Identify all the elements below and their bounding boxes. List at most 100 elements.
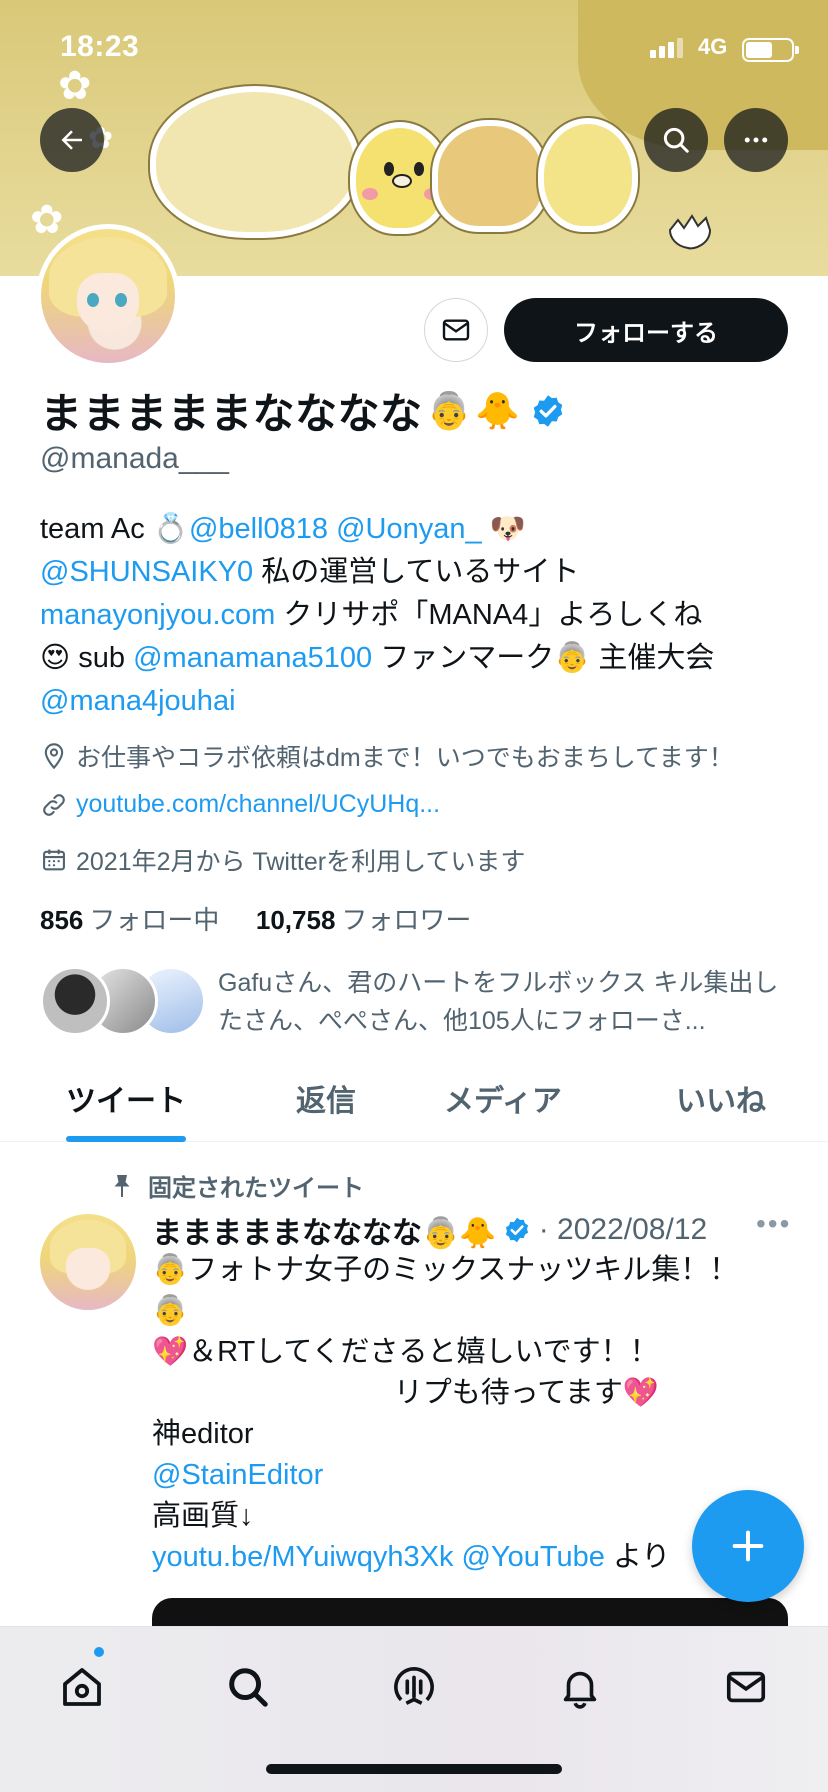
text-segment: 👵: [152, 1295, 189, 1327]
bio-line: team Ac 💍@bell0818 @Uonyan_ 🐶: [40, 508, 800, 551]
followers-count: 10,758: [255, 905, 336, 935]
tweet-more-button[interactable]: •••: [756, 1208, 791, 1240]
more-button[interactable]: [724, 108, 788, 172]
nav-spaces[interactable]: [384, 1657, 444, 1717]
text-segment: リプも待ってます💖: [152, 1377, 659, 1409]
text-segment: 神editor: [152, 1418, 254, 1450]
link-icon: [43, 793, 65, 816]
text-link[interactable]: manayonjyou.com: [40, 599, 275, 631]
profile-tabs: ツイート 返信 メディア いいね: [0, 1064, 828, 1142]
calendar-icon: [43, 849, 65, 871]
tab-replies[interactable]: 返信: [296, 1076, 356, 1120]
eggshell-icon: [668, 214, 712, 250]
avatar-image: [41, 229, 175, 363]
text-link[interactable]: @YouTube: [462, 1541, 605, 1573]
nav-notifications[interactable]: [550, 1657, 610, 1717]
joined-text: 2021年2月から Twitterを利用しています: [76, 848, 526, 876]
text-segment: 🐶: [481, 513, 526, 545]
compose-button[interactable]: [692, 1490, 804, 1602]
text-link[interactable]: @mana4jouhai: [40, 685, 236, 717]
profile-name-row: まままままなななな 👵 🐥: [40, 380, 566, 441]
tweet-avatar[interactable]: [40, 1214, 136, 1310]
home-icon: [63, 1668, 101, 1706]
flower-icon: ✿: [30, 198, 64, 242]
network-label: 4G: [698, 34, 728, 59]
verified-badge-icon: [533, 394, 563, 427]
bio-line: manayonjyou.com クリサポ「MANA4」よろしくね: [40, 594, 800, 637]
text-segment: [328, 513, 336, 545]
location-pin-icon: [44, 743, 64, 770]
tab-likes[interactable]: いいね: [676, 1076, 766, 1120]
tweet-line: 神editor: [152, 1414, 792, 1455]
back-button[interactable]: [40, 108, 104, 172]
envelope-icon: [726, 1671, 766, 1703]
status-bar: 18:23 4G: [0, 0, 828, 100]
text-segment: より: [604, 1541, 671, 1573]
battery-icon: [742, 38, 799, 62]
pinned-text: 固定されたツイート: [148, 1175, 364, 1202]
profile-website[interactable]: youtube.com/channel/UCyUHq...: [40, 790, 440, 819]
text-segment: [453, 1541, 461, 1573]
name-emoji: 👵: [426, 389, 472, 431]
text-segment: ファンマーク👵 主催大会: [372, 642, 715, 674]
tweet-line: 💖＆RTしてくださると嬉しいです！！: [152, 1332, 792, 1373]
bell-icon: [563, 1671, 597, 1709]
text-link[interactable]: @StainEditor: [152, 1459, 323, 1491]
pin-icon: [114, 1174, 130, 1197]
envelope-icon: [442, 319, 470, 341]
text-segment: team Ac 💍: [40, 513, 189, 545]
text-link[interactable]: @bell0818: [189, 513, 328, 545]
followed-by[interactable]: Gafuさん、君のハートをフルボックス キル集出したさん、ぺぺさん、他105人に…: [40, 962, 800, 1042]
bio-line: @SHUNSAIKY0 私の運営しているサイト: [40, 551, 800, 594]
tab-media[interactable]: メディア: [444, 1076, 562, 1120]
verified-badge-icon: [505, 1217, 528, 1243]
spaces-icon: [394, 1666, 434, 1705]
search-icon: [663, 127, 689, 153]
website-link[interactable]: youtube.com/channel/UCyUHq...: [76, 790, 440, 819]
status-time: 18:23: [60, 30, 140, 63]
tweet-author-name[interactable]: まままままなななな👵🐥: [152, 1208, 497, 1252]
nav-messages[interactable]: [716, 1657, 776, 1717]
text-segment: 👵フォトナ女子のミックスナッツキル集！！: [152, 1254, 739, 1286]
more-horizontal-icon: [744, 137, 768, 143]
text-link[interactable]: @Uonyan_: [336, 513, 482, 545]
profile-location: お仕事やコラボ依頼はdmまで！いつでもおまちしてます！: [40, 738, 734, 774]
text-link[interactable]: @manamana5100: [133, 642, 372, 674]
bio-line: 😍 sub @manamana5100 ファンマーク👵 主催大会: [40, 637, 800, 680]
tweet-line: 👵: [152, 1291, 792, 1332]
text-link[interactable]: @SHUNSAIKY0: [40, 556, 253, 588]
tweet-line: リプも待ってます💖: [152, 1373, 792, 1414]
nav-home[interactable]: [52, 1657, 112, 1717]
followers-label: フォロワー: [341, 905, 472, 935]
followers-link[interactable]: 10,758 フォロワー: [256, 905, 472, 935]
display-name: まままままなななな: [40, 390, 423, 437]
plus-icon: [732, 1530, 764, 1562]
profile-joined: 2021年2月から Twitterを利用しています: [40, 842, 525, 878]
profile-avatar[interactable]: [36, 224, 180, 368]
nav-search[interactable]: [218, 1657, 278, 1717]
banner-egg: [150, 86, 360, 238]
notification-dot: [94, 1647, 104, 1657]
avatar: [40, 966, 110, 1036]
banner-egg: [432, 120, 548, 232]
message-button[interactable]: [424, 298, 488, 362]
name-emoji: 🐥: [475, 389, 521, 431]
banner-chick: [538, 118, 638, 232]
following-count: 856: [40, 905, 84, 935]
follow-counts: 856 フォロー中 10,758 フォロワー: [40, 900, 471, 937]
following-link[interactable]: 856 フォロー中: [40, 905, 219, 935]
text-link[interactable]: youtu.be/MYuiwqyh3Xk: [152, 1541, 453, 1573]
tweet-line: @StainEditor: [152, 1455, 792, 1496]
text-segment: 😍 sub: [40, 642, 134, 674]
follow-button[interactable]: フォローする: [504, 298, 788, 362]
tweet-date[interactable]: · 2022/08/12: [539, 1213, 707, 1247]
search-icon: [229, 1668, 268, 1707]
active-tab-indicator: [66, 1136, 186, 1142]
profile-bio: team Ac 💍@bell0818 @Uonyan_ 🐶 @SHUNSAIKY0…: [40, 508, 800, 723]
text-segment: 高画質↓: [152, 1500, 254, 1532]
search-button[interactable]: [644, 108, 708, 172]
tab-tweets[interactable]: ツイート: [66, 1076, 186, 1120]
arrow-left-icon: [61, 130, 82, 150]
followed-by-text: Gafuさん、君のハートをフルボックス キル集出したさん、ぺぺさん、他105人に…: [218, 969, 779, 1035]
following-label: フォロー中: [89, 905, 220, 935]
